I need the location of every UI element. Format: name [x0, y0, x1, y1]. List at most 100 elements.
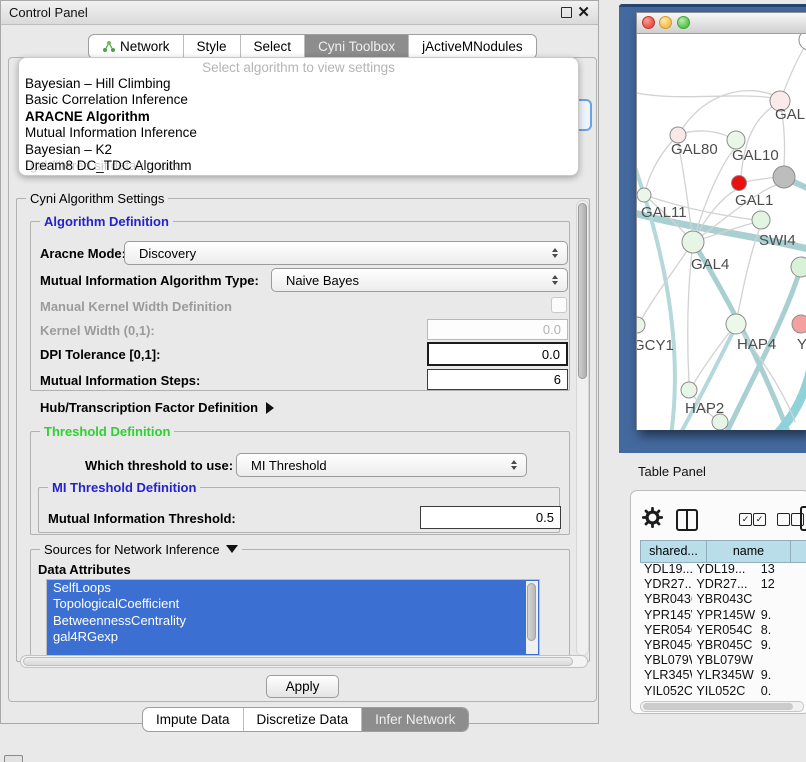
control-panel-tabbar: NetworkStyleSelect Cyni Toolbox jActiveMNo… — [88, 34, 537, 59]
column-header-extra[interactable] — [791, 541, 806, 562]
unchecked-column-icon[interactable] — [777, 513, 790, 526]
mi-threshold-label: Mutual Information Threshold: — [48, 511, 236, 526]
tab-discretize-data[interactable]: Discretize Data — [243, 708, 362, 731]
attribute-item-topologicalcoefficient[interactable]: TopologicalCoefficient — [47, 596, 539, 612]
network-node[interactable] — [799, 34, 806, 50]
gear-icon[interactable] — [642, 507, 663, 528]
network-graph[interactable]: GALGAL80GAL10GAL1GAL11SWI4GAL4GCY1HAP4YH… — [637, 34, 806, 430]
network-window-titlebar[interactable] — [637, 13, 806, 34]
algorithm-option-basic-correlation-inference[interactable]: Basic Correlation Inference — [19, 92, 578, 108]
network-node-gal1[interactable] — [732, 176, 747, 191]
table-cell: YBR043C — [692, 592, 758, 607]
which-threshold-combo[interactable]: MI Threshold — [236, 453, 527, 477]
network-node-gal11[interactable] — [637, 188, 651, 202]
network-node[interactable] — [712, 414, 728, 430]
algorithm-option-mutual-information-inference[interactable]: Mutual Information Inference — [19, 125, 578, 141]
minimize-traffic-light-icon[interactable] — [659, 16, 672, 29]
settings-vertical-scrollbar[interactable] — [576, 200, 589, 656]
close-traffic-light-icon[interactable] — [642, 16, 655, 29]
scrollbar-thumb[interactable] — [578, 203, 587, 379]
table-body: YDL19...YDL19...13YDR27...YDR27...12YBR0… — [640, 562, 806, 695]
scrollbar-thumb[interactable] — [527, 583, 536, 641]
table-row[interactable]: YPR145WYPR145W9. — [640, 608, 806, 623]
tab-impute-data[interactable]: Impute Data — [143, 708, 243, 731]
settings-horizontal-scrollbar[interactable] — [20, 655, 588, 668]
table-cell: YLR345W — [640, 668, 692, 683]
tab-style[interactable]: Style — [183, 35, 240, 58]
network-node[interactable] — [773, 166, 795, 188]
algorithm-option-bayesian-hill-climbing[interactable]: Bayesian – Hill Climbing — [19, 76, 578, 92]
aracne-mode-value: Discovery — [125, 246, 547, 261]
network-node-y[interactable] — [792, 315, 806, 333]
algorithm-dropdown-placeholder: Select algorithm to view settings — [19, 58, 578, 76]
which-threshold-label: Which threshold to use: — [85, 458, 233, 473]
algorithm-option-aracne-algorithm[interactable]: ARACNE Algorithm — [19, 109, 578, 125]
tab-select[interactable]: Select — [240, 35, 305, 58]
checked-column-icon[interactable]: ✓ — [739, 513, 752, 526]
network-node-hap4[interactable] — [726, 314, 746, 334]
table-cell: 9. — [759, 668, 806, 683]
tab-jactivemnodules[interactable]: jActiveMNodules — [408, 35, 536, 58]
stepper-icon — [506, 460, 521, 470]
control-panel-titlebar[interactable]: Control Panel ✕ — [1, 1, 598, 25]
algorithm-option-bayesian-k2[interactable]: Bayesian – K2 — [19, 142, 578, 158]
background-combo-value: gal-filtered sif default node — [30, 158, 182, 173]
apply-button[interactable]: Apply — [266, 675, 339, 698]
column-header-shared[interactable]: shared... — [641, 541, 707, 562]
network-window[interactable]: GALGAL80GAL10GAL1GAL11SWI4GAL4GCY1HAP4YH… — [636, 12, 806, 430]
network-node[interactable] — [791, 257, 806, 277]
network-edge[interactable] — [736, 230, 759, 324]
checked-column-icon[interactable]: ✓ — [753, 513, 766, 526]
table-row[interactable]: YER054CYER054C8. — [640, 623, 806, 638]
table-row[interactable]: YLR345WYLR345W9. — [640, 668, 806, 683]
table-cell: YIL052C — [640, 684, 692, 696]
table-row[interactable]: YIL052CYIL052C0. — [640, 684, 806, 696]
scrollbar-thumb[interactable] — [23, 657, 573, 666]
mi-steps-field[interactable]: 6 — [427, 369, 568, 390]
dpi-tolerance-field[interactable]: 0.0 — [427, 342, 568, 366]
float-window-icon[interactable] — [561, 7, 572, 18]
split-columns-icon[interactable] — [676, 509, 698, 531]
network-node-gcy1[interactable] — [637, 317, 645, 333]
scrollbar-thumb[interactable] — [643, 703, 793, 710]
network-canvas[interactable]: GALGAL80GAL10GAL1GAL11SWI4GAL4GCY1HAP4YH… — [637, 34, 806, 430]
collapsed-panel-button[interactable] — [4, 755, 23, 762]
mi-algorithm-type-combo[interactable]: Naive Bayes — [271, 268, 568, 292]
kernel-width-label: Kernel Width (0,1): — [40, 323, 155, 338]
column-header-name[interactable]: name — [707, 541, 791, 562]
network-edge[interactable] — [637, 92, 773, 98]
hub-section-toggle[interactable]: Hub/Transcription Factor Definition — [40, 400, 274, 415]
table-horizontal-scrollbar[interactable] — [640, 701, 804, 712]
zoom-traffic-light-icon[interactable] — [677, 16, 690, 29]
data-attributes-list[interactable]: SelfLoopsTopologicalCoefficientBetweenne… — [46, 579, 540, 656]
network-edge[interactable] — [694, 324, 736, 383]
tab-label: jActiveMNodules — [422, 39, 523, 54]
attribute-item-selfloops[interactable]: SelfLoops — [47, 580, 539, 596]
kernel-width-field[interactable]: 0.0 — [427, 319, 568, 340]
attribute-item-gal4rgexp[interactable]: gal4RGexp — [47, 629, 539, 645]
attribute-item-betweennesscentrality[interactable]: BetweennessCentrality — [47, 613, 539, 629]
table-row[interactable]: YBR043CYBR043C — [640, 592, 806, 607]
close-icon[interactable]: ✕ — [577, 2, 590, 23]
sources-title[interactable]: Sources for Network Inference — [40, 542, 242, 557]
network-node-hap2[interactable] — [681, 382, 697, 398]
tab-cyni-toolbox[interactable]: Cyni Toolbox — [304, 35, 408, 58]
stepper-icon — [547, 248, 562, 258]
network-node-gal4[interactable] — [682, 231, 704, 253]
table-partial-icon[interactable] — [800, 506, 806, 531]
network-node-swi4[interactable] — [752, 211, 770, 229]
data-attributes-label: Data Attributes — [38, 562, 131, 577]
table-row[interactable]: YDL19...YDL19...13 — [640, 562, 806, 577]
tab-label: Cyni Toolbox — [318, 39, 395, 54]
tab-network[interactable]: Network — [89, 35, 183, 58]
list-scrollbar[interactable] — [526, 581, 538, 654]
aracne-mode-combo[interactable]: Discovery — [124, 241, 568, 265]
tab-infer-network[interactable]: Infer Network — [361, 708, 468, 731]
mi-threshold-field[interactable]: 0.5 — [420, 506, 561, 529]
manual-kernel-checkbox[interactable] — [551, 297, 567, 313]
table-row[interactable]: YDR27...YDR27...12 — [640, 577, 806, 592]
table-row[interactable]: YBL079WYBL079W — [640, 653, 806, 668]
mi-algorithm-type-label: Mutual Information Algorithm Type: — [40, 273, 259, 288]
table-row[interactable]: YBR045CYBR045C9. — [640, 638, 806, 653]
table-cell: 8. — [759, 623, 806, 638]
